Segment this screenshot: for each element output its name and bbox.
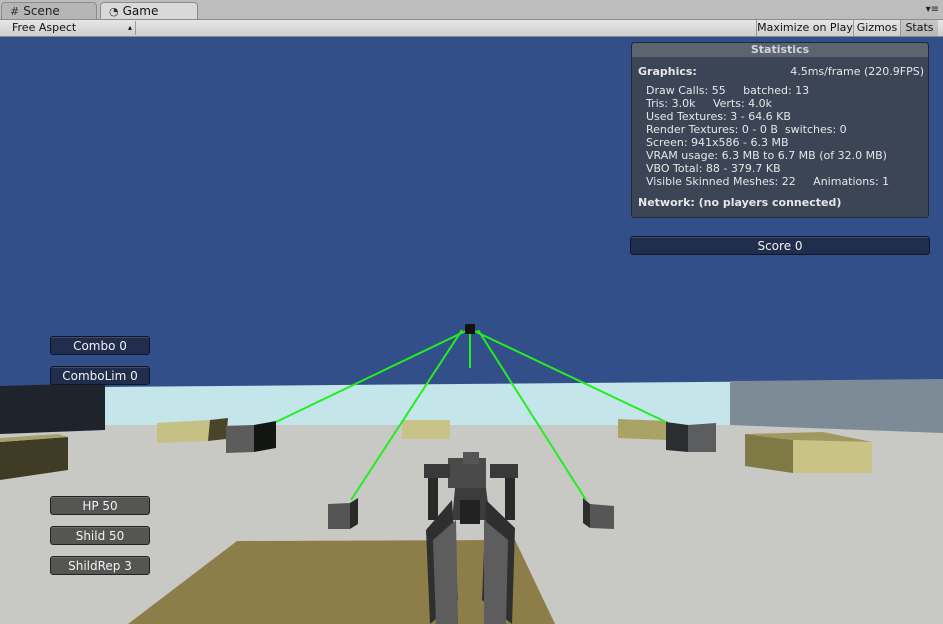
combolim-display: ComboLim 0 xyxy=(50,366,150,385)
stat-line: Used Textures: 3 - 64.6 KB xyxy=(646,110,791,123)
stat-line: Draw Calls: 55 batched: 13 xyxy=(646,84,810,97)
chevron-updown-icon: ▴ xyxy=(127,23,132,32)
stat-line: Tris: 3.0k Verts: 4.0k xyxy=(646,97,773,110)
block-right xyxy=(618,419,668,440)
graphics-label: Graphics: xyxy=(638,65,697,78)
game-viewport[interactable]: Statistics Graphics: 4.5ms/frame (220.9F… xyxy=(0,37,943,624)
network-row: Network: (no players connected) xyxy=(638,196,842,209)
wall-left xyxy=(0,383,105,434)
turret-left-side xyxy=(254,421,276,452)
turret-right-side xyxy=(688,423,716,452)
tab-bar: # Scene ◔ Game ▾≡ xyxy=(0,0,943,20)
panel-menu-icon[interactable]: ▾≡ xyxy=(926,4,939,15)
shildrep-display: ShildRep 3 xyxy=(50,556,150,575)
block-left-side xyxy=(208,418,228,441)
target-drone xyxy=(465,324,475,334)
graphics-row: Graphics: 4.5ms/frame (220.9FPS) xyxy=(638,65,924,78)
stat-line: VRAM usage: 6.3 MB to 6.7 MB (of 32.0 MB… xyxy=(646,149,887,162)
tab-scene-label: Scene xyxy=(23,4,60,18)
game-toolbar: Free Aspect ▴ Maximize on Play Gizmos St… xyxy=(0,20,943,37)
score-display: Score 0 xyxy=(630,236,930,255)
block-right-far-front xyxy=(793,440,872,473)
tab-scene[interactable]: # Scene xyxy=(1,2,97,19)
block-left xyxy=(157,420,210,443)
stat-line: Visible Skinned Meshes: 22 Animations: 1 xyxy=(646,175,890,188)
wall-right xyxy=(730,379,943,433)
stats-title: Statistics xyxy=(632,43,928,57)
gizmos-button[interactable]: Gizmos xyxy=(853,20,900,36)
shild-display: Shild 50 xyxy=(50,526,150,545)
statistics-panel: Statistics Graphics: 4.5ms/frame (220.9F… xyxy=(631,42,929,218)
stat-lines: Draw Calls: 55 batched: 13 Tris: 3.0k Ve… xyxy=(646,84,889,188)
turret-left-front xyxy=(226,425,254,453)
turret-near-left xyxy=(328,503,350,529)
hp-display: HP 50 xyxy=(50,496,150,515)
turret-near-left-side xyxy=(350,498,358,529)
aspect-dropdown[interactable]: Free Aspect ▴ xyxy=(6,21,136,35)
turret-right-front xyxy=(666,422,688,452)
stats-button[interactable]: Stats xyxy=(900,20,938,36)
combo-display: Combo 0 xyxy=(50,336,150,355)
pacman-icon: ◔ xyxy=(109,4,119,18)
graphics-value: 4.5ms/frame (220.9FPS) xyxy=(790,65,924,78)
tab-game-label: Game xyxy=(122,4,159,18)
stat-line: VBO Total: 88 - 379.7 KB xyxy=(646,162,781,175)
turret-near-right xyxy=(590,504,614,529)
tab-game[interactable]: ◔ Game xyxy=(100,2,198,19)
stat-line: Render Textures: 0 - 0 B switches: 0 xyxy=(646,123,847,136)
aspect-value: Free Aspect xyxy=(12,21,77,34)
block-center xyxy=(402,420,450,439)
stat-line: Screen: 941x586 - 6.3 MB xyxy=(646,136,789,149)
maximize-on-play-button[interactable]: Maximize on Play xyxy=(756,20,853,36)
grid-icon: # xyxy=(10,4,20,18)
